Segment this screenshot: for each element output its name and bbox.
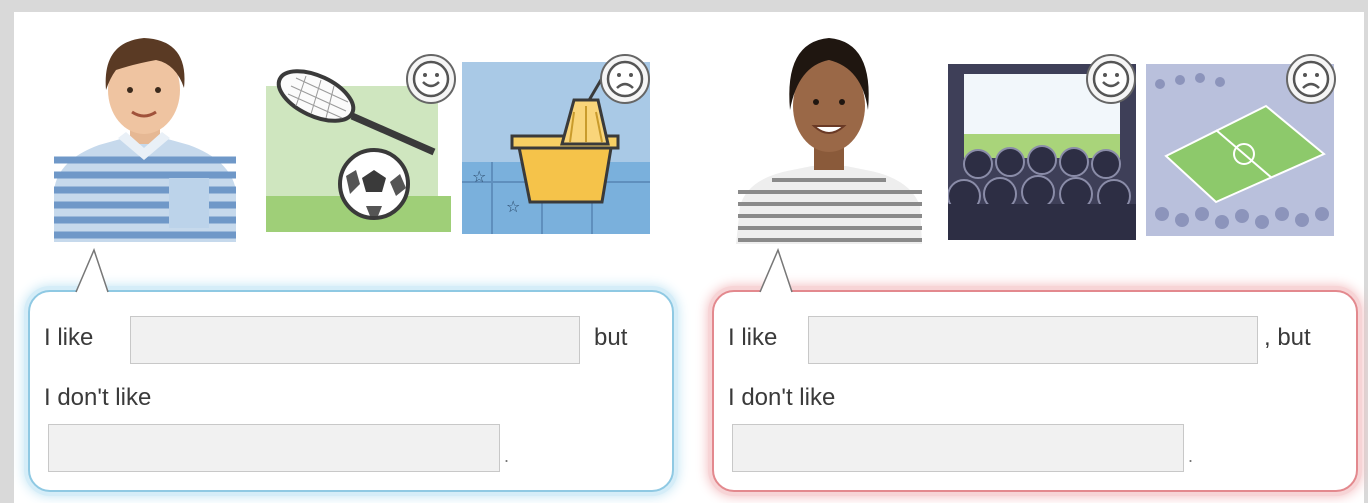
svg-text:☆: ☆ [506, 197, 520, 216]
left-line2: I don't like [44, 384, 152, 411]
happy-face-icon [406, 54, 456, 104]
right-like-input[interactable] [808, 316, 1258, 364]
left-dislike-input[interactable] [48, 424, 500, 472]
exercise-card: ☆ ☆ I like but I don't like . I like , b… [14, 12, 1364, 503]
speech-bubble-tail [75, 248, 109, 294]
svg-text:☆: ☆ [472, 167, 486, 186]
right-line1-prefix: I like [728, 324, 778, 351]
right-period: . [1188, 446, 1194, 466]
left-line1-prefix: I like [44, 324, 94, 351]
sad-face-icon [600, 54, 650, 104]
boy-photo [44, 20, 244, 242]
left-period: . [504, 446, 510, 466]
speech-bubble-tail [759, 248, 793, 294]
happy-face-icon [1086, 54, 1136, 104]
right-line2: I don't like [728, 384, 836, 411]
sad-face-icon [1286, 54, 1336, 104]
right-line1-suffix: , but [1264, 324, 1311, 351]
girl-photo [732, 30, 926, 244]
left-line1-suffix: but [594, 324, 628, 351]
right-dislike-input[interactable] [732, 424, 1184, 472]
left-like-input[interactable] [130, 316, 580, 364]
